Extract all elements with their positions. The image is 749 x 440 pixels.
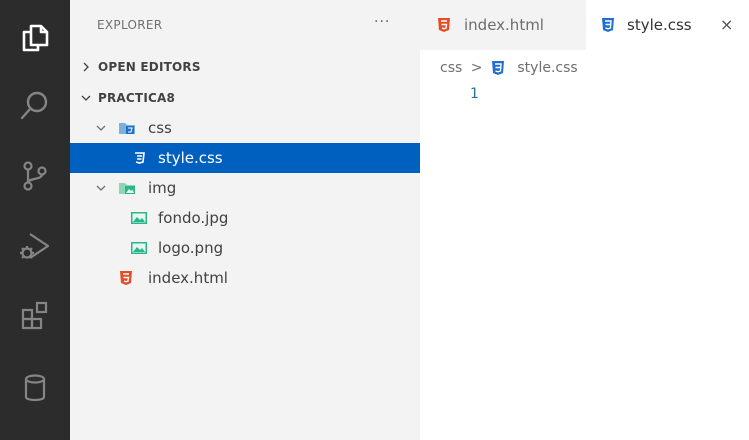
database-icon[interactable] (17, 370, 53, 406)
project-header[interactable]: PRACTICA8 (70, 83, 420, 113)
fondo-label: fondo.jpg (158, 209, 229, 227)
chevron-down-icon (95, 113, 109, 143)
source-control-icon[interactable] (17, 158, 53, 194)
html-file-icon (437, 17, 451, 33)
chevron-down-icon (95, 173, 109, 203)
css-file-icon (133, 150, 149, 166)
more-actions-button[interactable]: ··· (374, 14, 390, 30)
tree-folder-img[interactable]: img (70, 173, 420, 203)
css-file-icon (601, 17, 615, 33)
editor-area: index.html style.css × css > style.css 1 (420, 0, 749, 440)
close-icon[interactable]: × (720, 0, 733, 50)
chevron-right-icon (80, 52, 94, 82)
tab-style-css[interactable]: style.css × (586, 0, 749, 50)
tree-file-index-html[interactable]: index.html (70, 263, 420, 293)
open-editors-label: OPEN EDITORS (98, 60, 201, 74)
breadcrumb: css > style.css (440, 58, 578, 78)
tab-label: style.css (627, 16, 692, 34)
tree-file-style-css[interactable]: style.css (70, 143, 420, 173)
search-icon[interactable] (17, 88, 53, 124)
open-editors-header[interactable]: OPEN EDITORS (70, 52, 420, 82)
css-folder-icon (118, 120, 135, 136)
extensions-icon[interactable] (17, 298, 53, 334)
breadcrumb-folder[interactable]: css (440, 58, 462, 78)
breadcrumb-separator: > (470, 60, 483, 76)
run-debug-icon[interactable] (17, 228, 53, 264)
line-number: 1 (470, 86, 479, 102)
breadcrumb-file[interactable]: style.css (517, 58, 577, 78)
css-folder-label: css (148, 119, 172, 137)
index-html-label: index.html (148, 269, 228, 287)
project-label: PRACTICA8 (98, 91, 176, 105)
img-folder-label: img (148, 179, 177, 197)
style-css-label: style.css (158, 149, 223, 167)
activity-bar (0, 0, 70, 440)
image-folder-icon (118, 180, 135, 196)
explorer-sidebar: EXPLORER ··· OPEN EDITORS PRACTICA8 css … (70, 0, 420, 440)
tree-file-fondo[interactable]: fondo.jpg (70, 203, 420, 233)
explorer-icon[interactable] (17, 19, 53, 55)
tab-label: index.html (464, 16, 544, 34)
css-file-icon (491, 60, 505, 76)
logo-label: logo.png (158, 239, 224, 257)
image-file-icon (130, 210, 147, 226)
chevron-down-icon (80, 83, 94, 113)
tab-bar: index.html style.css × (420, 0, 749, 50)
html-file-icon (119, 270, 135, 286)
tree-folder-css[interactable]: css (70, 113, 420, 143)
tab-index-html[interactable]: index.html (420, 0, 586, 50)
explorer-title: EXPLORER (97, 18, 163, 32)
image-file-icon (130, 240, 147, 256)
tree-file-logo[interactable]: logo.png (70, 233, 420, 263)
